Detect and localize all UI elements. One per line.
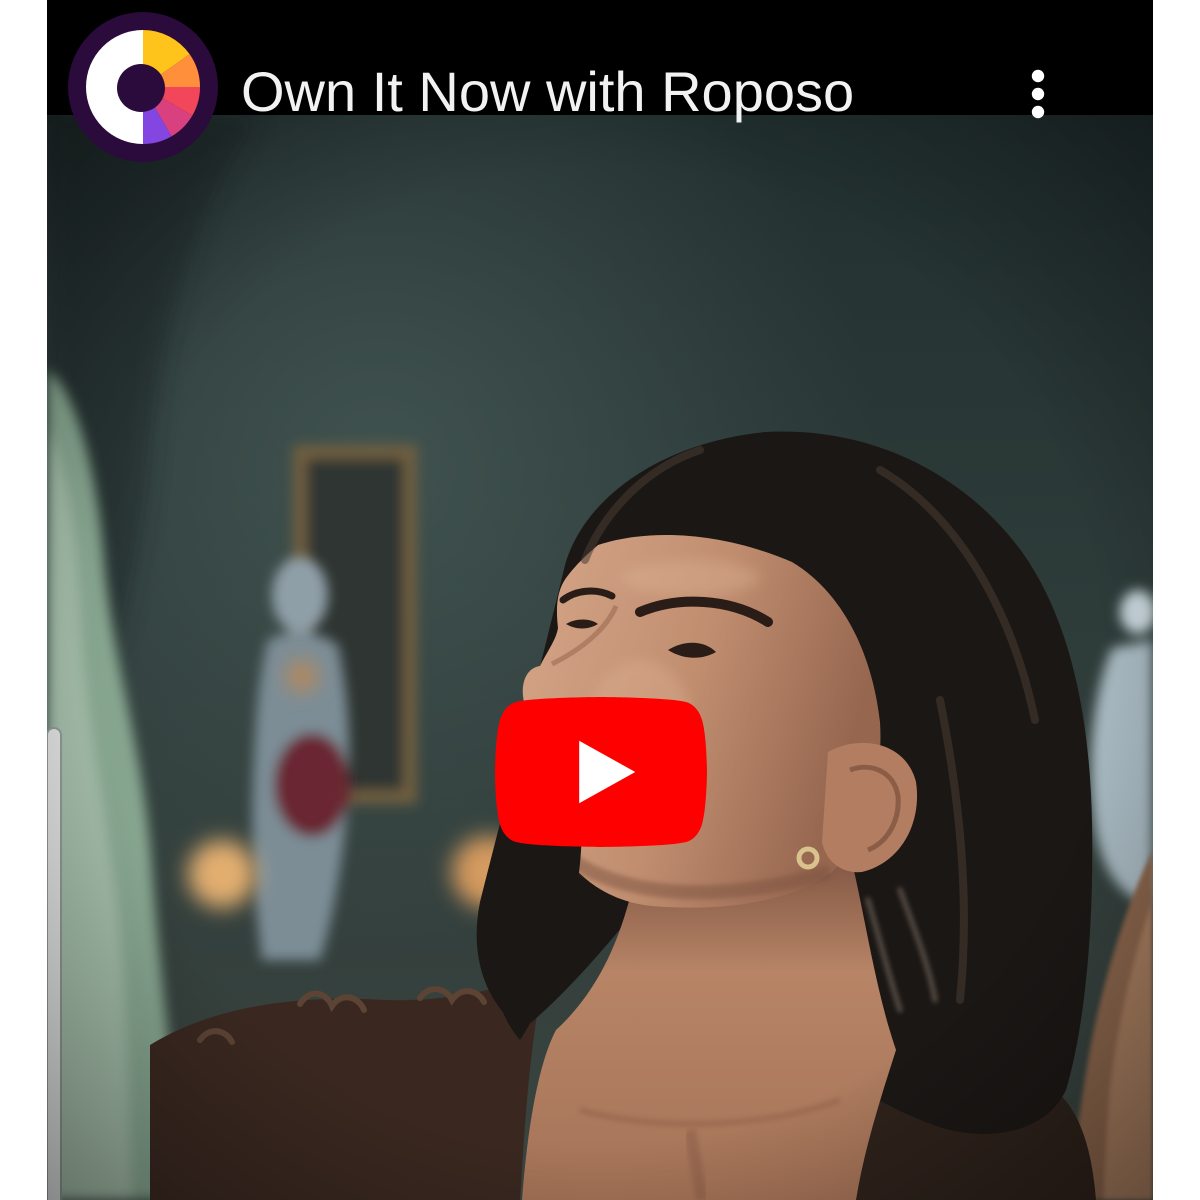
roposo-logo-icon (68, 12, 218, 162)
channel-avatar[interactable] (68, 12, 218, 162)
play-button[interactable] (495, 697, 707, 847)
video-frame-image (47, 115, 1153, 1200)
more-options-button[interactable] (1018, 64, 1058, 124)
video-thumbnail[interactable] (47, 115, 1153, 1200)
video-title[interactable]: Own It Now with Roposo (241, 64, 854, 120)
more-vert-icon (1031, 69, 1045, 119)
video-player[interactable]: Own It Now with Roposo (47, 0, 1153, 1200)
youtube-play-icon (495, 697, 707, 847)
